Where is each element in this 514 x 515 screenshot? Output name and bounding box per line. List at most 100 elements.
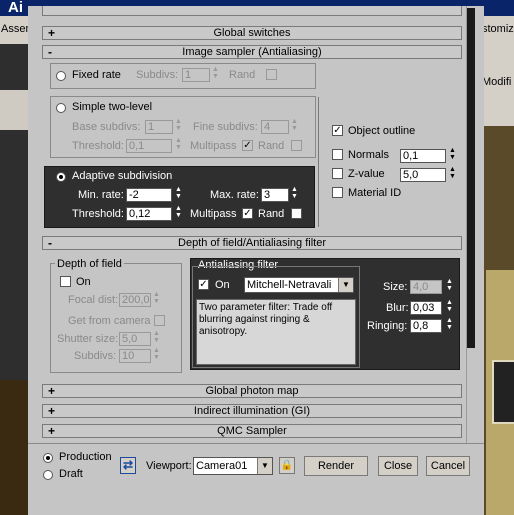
spinner-arrows-icon[interactable]: [291, 186, 299, 202]
fixed-rand-checkbox[interactable]: [266, 69, 277, 80]
chevron-down-icon[interactable]: ▼: [257, 458, 272, 474]
spinner-arrows-icon[interactable]: [153, 330, 161, 346]
normals-checkbox[interactable]: [332, 149, 343, 160]
simple-rand-checkbox[interactable]: [291, 140, 302, 151]
spinner-arrows-icon[interactable]: [446, 317, 454, 333]
spinner-arrows-icon[interactable]: [449, 147, 457, 163]
cancel-button[interactable]: Cancel: [426, 456, 470, 476]
spinner-arrows-icon[interactable]: [153, 291, 161, 307]
lock-icon[interactable]: 🔒: [279, 457, 295, 474]
fine-subdivs-spinner[interactable]: 4: [261, 120, 289, 134]
material-id-checkbox[interactable]: [332, 187, 343, 198]
fine-subdivs-label: Fine subdivs:: [193, 121, 258, 133]
background-left-toolbar: [0, 90, 30, 130]
object-outline-label: Object outline: [348, 125, 416, 137]
render-button[interactable]: Render: [304, 456, 368, 476]
fixed-rate-radio[interactable]: [56, 71, 66, 81]
chevron-down-icon[interactable]: ▼: [338, 278, 353, 292]
adaptive-subdivision-radio[interactable]: [56, 172, 66, 182]
size-spinner[interactable]: 4,0: [410, 280, 442, 294]
background-left-scene: [0, 380, 30, 515]
simple-two-level-radio[interactable]: [56, 103, 66, 113]
background-menu-fragment: Assen: [1, 23, 32, 35]
rollout-title: QMC Sampler: [217, 425, 287, 437]
ringing-label: Ringing:: [367, 320, 408, 332]
shutter-size-spinner[interactable]: 5,0: [119, 332, 151, 346]
spinner-arrows-icon[interactable]: [175, 137, 183, 153]
blur-label: Blur:: [386, 302, 409, 314]
vertical-separator: [318, 97, 319, 227]
blur-spinner[interactable]: 0,03: [410, 301, 442, 315]
focal-dist-label: Focal dist:: [68, 294, 119, 306]
fixed-rand-label: Rand: [229, 69, 256, 81]
aa-filter-on-label: On: [215, 279, 230, 291]
spinner-arrows-icon[interactable]: [291, 118, 299, 134]
background-modifier-fragment: Modifi: [482, 76, 512, 88]
rollout-title: Indirect illumination (GI): [193, 405, 311, 417]
focal-dist-spinner[interactable]: 200,0: [119, 293, 151, 307]
spinner-arrows-icon[interactable]: [212, 66, 220, 82]
rollout-indirect-illumination[interactable]: + Indirect illumination (GI): [42, 404, 462, 418]
rollout-title: Global switches: [213, 27, 291, 39]
simple-threshold-label: Threshold:: [72, 140, 124, 152]
dof-on-checkbox[interactable]: [60, 276, 71, 287]
normals-spinner[interactable]: 0,1: [400, 149, 446, 163]
min-rate-spinner[interactable]: -2: [126, 188, 172, 202]
draft-label: Draft: [59, 468, 83, 480]
rollout-frame-output[interactable]: [42, 6, 462, 16]
production-radio[interactable]: [43, 453, 53, 463]
zvalue-spinner[interactable]: 5,0: [400, 168, 446, 182]
spinner-arrows-icon[interactable]: [446, 299, 454, 315]
spinner-arrows-icon[interactable]: [446, 278, 454, 294]
spinner-arrows-icon[interactable]: [175, 205, 183, 221]
material-id-label: Material ID: [348, 187, 402, 199]
spinner-arrows-icon[interactable]: [449, 166, 457, 182]
zvalue-label: Z-value: [348, 168, 385, 180]
simple-multipass-label: Multipass: [190, 140, 237, 152]
footer-divider: [28, 443, 484, 444]
max-rate-spinner[interactable]: 3: [261, 188, 289, 202]
dof-subdivs-label: Subdivs:: [74, 350, 117, 362]
draft-radio[interactable]: [43, 470, 53, 480]
shutter-size-label: Shutter size:: [57, 333, 119, 345]
rollout-dof-aa-filter[interactable]: - Depth of field/Antialiasing filter: [42, 236, 462, 250]
adaptive-subdivision-label: Adaptive subdivision: [72, 170, 173, 182]
object-outline-checkbox[interactable]: ✓: [332, 125, 343, 136]
close-button[interactable]: Close: [378, 456, 418, 476]
get-from-camera-checkbox[interactable]: [154, 315, 165, 326]
rollout-global-switches[interactable]: + Global switches: [42, 26, 462, 40]
adaptive-multipass-checkbox[interactable]: ✓: [242, 208, 253, 219]
fixed-subdivs-spinner[interactable]: 1: [182, 68, 210, 82]
simple-rand-label: Rand: [258, 140, 285, 152]
adaptive-threshold-spinner[interactable]: 0,12: [126, 207, 172, 221]
viewport-label: Viewport:: [146, 460, 192, 472]
get-from-camera-label: Get from camera: [68, 315, 151, 327]
spinner-arrows-icon[interactable]: [175, 186, 183, 202]
rollout-title: Image sampler (Antialiasing): [182, 46, 322, 58]
zvalue-checkbox[interactable]: [332, 168, 343, 179]
adaptive-rand-checkbox[interactable]: [291, 208, 302, 219]
background-title-fragment: Ai: [8, 0, 23, 16]
aa-filter-on-checkbox[interactable]: ✓: [198, 279, 209, 290]
spinner-arrows-icon[interactable]: [153, 347, 161, 363]
adaptive-threshold-label: Threshold:: [72, 208, 124, 220]
simple-threshold-spinner[interactable]: 0,1: [126, 139, 172, 153]
dof-on-label: On: [76, 276, 91, 288]
rollout-qmc-sampler[interactable]: + QMC Sampler: [42, 424, 462, 438]
base-subdivs-spinner[interactable]: 1: [145, 120, 173, 134]
spinner-arrows-icon[interactable]: [175, 118, 183, 134]
aa-filter-description: Two parameter filter: Trade off blurring…: [196, 299, 356, 365]
max-rate-label: Max. rate:: [210, 189, 259, 201]
background-customize-fragment: stomiz: [482, 23, 514, 35]
rollout-image-sampler[interactable]: - Image sampler (Antialiasing): [42, 45, 462, 59]
ringing-spinner[interactable]: 0,8: [410, 319, 442, 333]
rollout-title: Global photon map: [205, 385, 299, 397]
scrollbar-thumb[interactable]: [467, 8, 475, 348]
dof-subdivs-spinner[interactable]: 10: [119, 349, 151, 363]
rollout-global-photon-map[interactable]: + Global photon map: [42, 384, 462, 398]
simple-multipass-checkbox[interactable]: ✓: [242, 140, 253, 151]
size-label: Size:: [383, 281, 408, 293]
adaptive-rand-label: Rand: [258, 208, 285, 220]
base-subdivs-label: Base subdivs:: [72, 121, 141, 133]
swap-icon[interactable]: ⇄: [120, 457, 136, 474]
